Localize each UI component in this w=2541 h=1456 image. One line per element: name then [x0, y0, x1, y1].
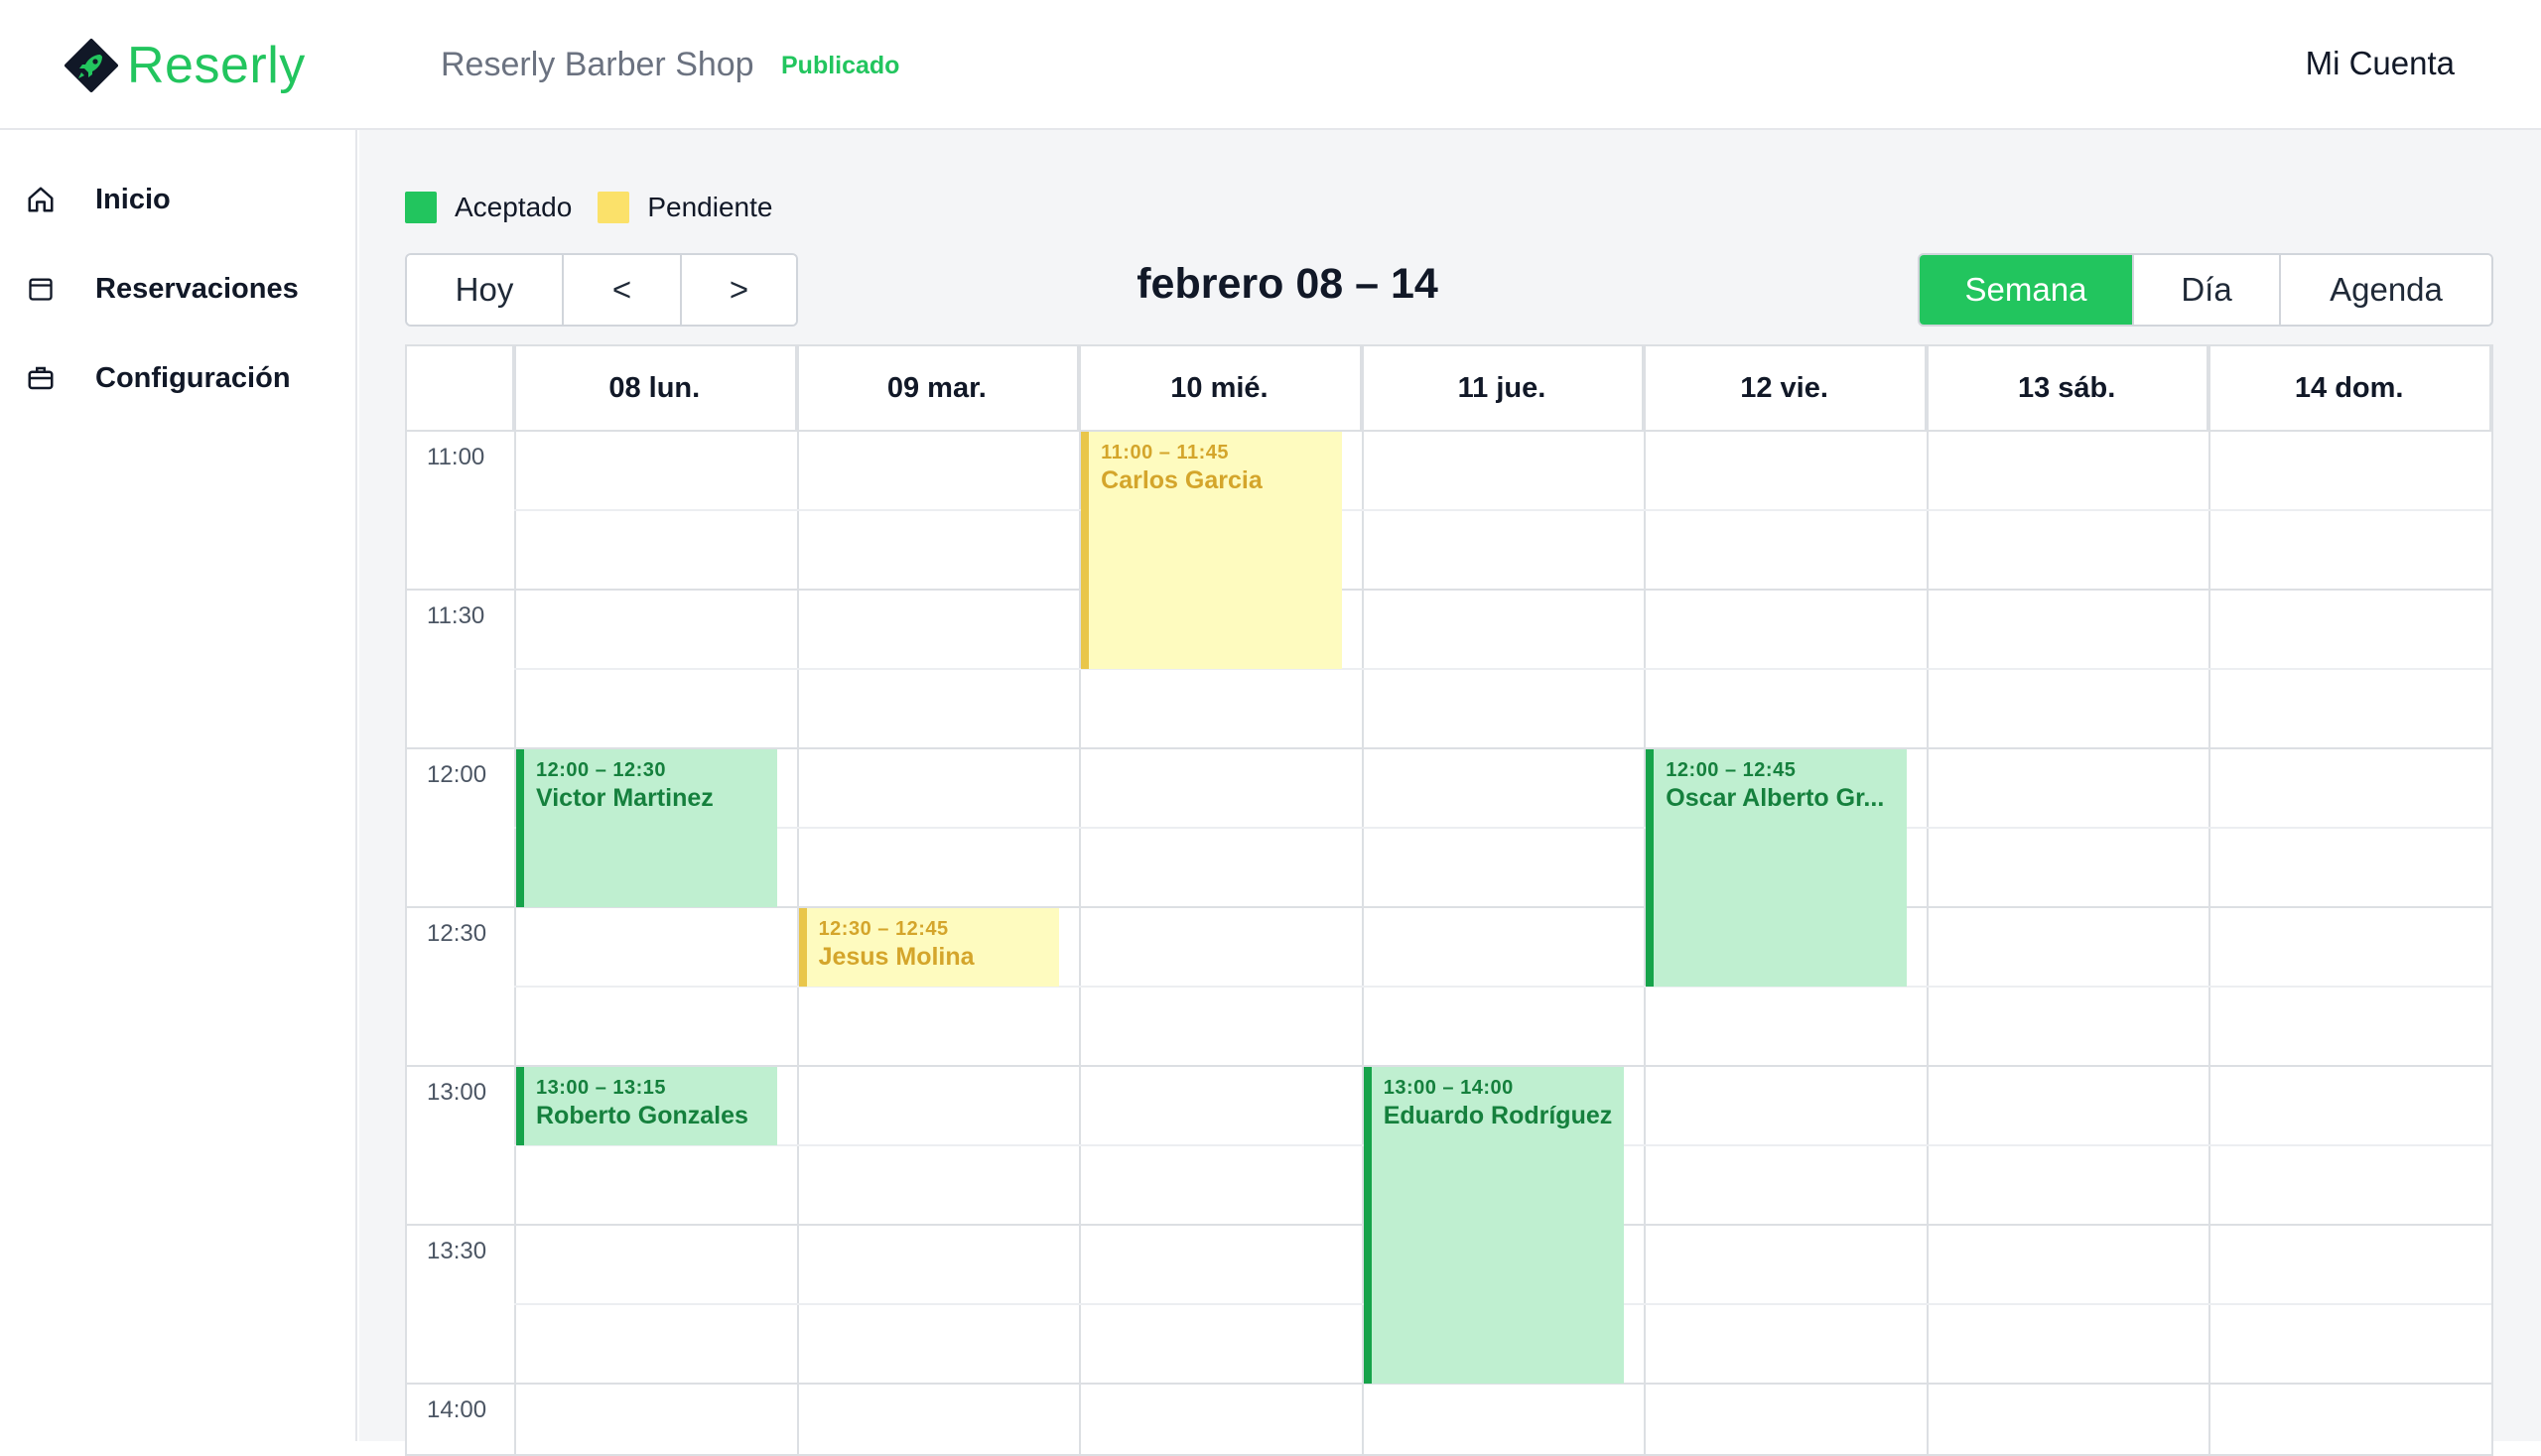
sidebar-item-label: Inicio — [95, 183, 171, 215]
day-column-header[interactable]: 14 dom. — [2208, 346, 2491, 430]
time-slot-divider — [407, 589, 2491, 591]
top-header: Reserly Reserly Barber Shop Publicado Mi… — [0, 0, 2541, 130]
rocket-logo-icon — [65, 39, 118, 92]
time-label: 11:00 — [427, 444, 485, 470]
day-column-header[interactable]: 10 mié. — [1079, 346, 1362, 430]
view-agenda-button[interactable]: Agenda — [2281, 255, 2491, 325]
event-card-accepted[interactable]: 12:00 – 12:30 Victor Martinez — [516, 749, 777, 907]
next-week-button[interactable]: > — [682, 255, 796, 325]
brand-logo[interactable]: Reserly — [64, 36, 306, 95]
event-time: 13:00 – 13:15 — [536, 1077, 667, 1099]
day-column-header[interactable]: 11 jue. — [1362, 346, 1645, 430]
event-card-pending[interactable]: 11:00 – 11:45 Carlos Garcia — [1081, 432, 1342, 669]
event-client-name: Carlos Garcia — [1101, 466, 1263, 494]
status-legend: Aceptado Pendiente — [405, 192, 798, 223]
sidebar-item-label: Reservaciones — [95, 272, 299, 305]
sidebar-item-configuracion[interactable]: Configuración — [24, 358, 291, 398]
event-client-name: Eduardo Rodríguez — [1383, 1102, 1613, 1129]
legend-label-pending: Pendiente — [647, 192, 773, 222]
event-card-pending[interactable]: 12:30 – 12:45 Jesus Molina — [798, 908, 1060, 987]
navigation-buttons: Hoy < > — [405, 253, 798, 327]
header-divider — [407, 430, 2491, 432]
briefcase-icon — [24, 361, 58, 395]
brand-name: Reserly — [127, 37, 306, 94]
legend-label-accepted: Aceptado — [455, 192, 573, 222]
today-button[interactable]: Hoy — [407, 255, 564, 325]
time-label: 13:00 — [427, 1079, 487, 1106]
time-label: 13:30 — [427, 1238, 487, 1264]
time-slot-subdivider — [514, 827, 2491, 829]
time-label: 12:30 — [427, 920, 487, 947]
shop-name: Reserly Barber Shop — [441, 46, 754, 83]
time-label: 11:30 — [427, 602, 485, 629]
event-card-accepted[interactable]: 13:00 – 13:15 Roberto Gonzales — [516, 1067, 777, 1145]
time-column-header — [407, 346, 514, 430]
publish-status-badge: Publicado — [781, 52, 900, 79]
event-card-accepted[interactable]: 13:00 – 14:00 Eduardo Rodríguez — [1363, 1067, 1625, 1384]
event-time: 13:00 – 14:00 — [1383, 1077, 1514, 1099]
view-day-button[interactable]: Día — [2134, 255, 2281, 325]
event-client-name: Oscar Alberto Gr... — [1666, 784, 1885, 812]
event-time: 12:00 – 12:30 — [536, 759, 667, 781]
prev-week-button[interactable]: < — [564, 255, 682, 325]
sidebar-item-inicio[interactable]: Inicio — [24, 180, 171, 219]
day-column-divider — [1926, 346, 1929, 1454]
event-client-name: Victor Martinez — [536, 784, 714, 812]
day-column-header[interactable]: 12 vie. — [1644, 346, 1927, 430]
day-column-divider — [2208, 346, 2211, 1454]
time-label: 12:00 — [427, 761, 487, 788]
event-time: 12:00 – 12:45 — [1666, 759, 1797, 781]
legend-swatch-accepted — [405, 192, 437, 223]
event-time: 11:00 – 11:45 — [1101, 442, 1229, 463]
sidebar: Inicio Reservaciones Configuración — [0, 130, 357, 1441]
event-client-name: Roberto Gonzales — [536, 1102, 748, 1129]
view-week-button[interactable]: Semana — [1920, 255, 2134, 325]
day-column-divider — [796, 346, 799, 1454]
day-column-header[interactable]: 09 mar. — [797, 346, 1080, 430]
view-switcher: Semana Día Agenda — [1918, 253, 2493, 327]
sidebar-item-reservaciones[interactable]: Reservaciones — [24, 269, 299, 309]
event-card-accepted[interactable]: 12:00 – 12:45 Oscar Alberto Gr... — [1646, 749, 1907, 987]
week-calendar-grid: 08 lun. 09 mar. 10 mié. 11 jue. 12 vie. 13 sá… — [405, 344, 2493, 1456]
home-icon — [24, 183, 58, 216]
day-column-header[interactable]: 08 lun. — [514, 346, 797, 430]
date-range-title: febrero 08 – 14 — [1137, 260, 1438, 308]
sidebar-item-label: Configuración — [95, 361, 291, 394]
calendar-icon — [24, 272, 58, 306]
time-slot-subdivider — [514, 668, 2491, 670]
main-content: Aceptado Pendiente Hoy < > febrero 08 – … — [359, 130, 2541, 1456]
event-time: 12:30 – 12:45 — [818, 918, 949, 940]
account-menu[interactable]: Mi Cuenta — [2306, 45, 2455, 82]
legend-swatch-pending — [598, 192, 630, 223]
time-label: 14:00 — [427, 1396, 487, 1423]
day-column-header[interactable]: 13 sáb. — [1927, 346, 2209, 430]
time-slot-subdivider — [514, 509, 2491, 511]
event-client-name: Jesus Molina — [818, 943, 975, 971]
